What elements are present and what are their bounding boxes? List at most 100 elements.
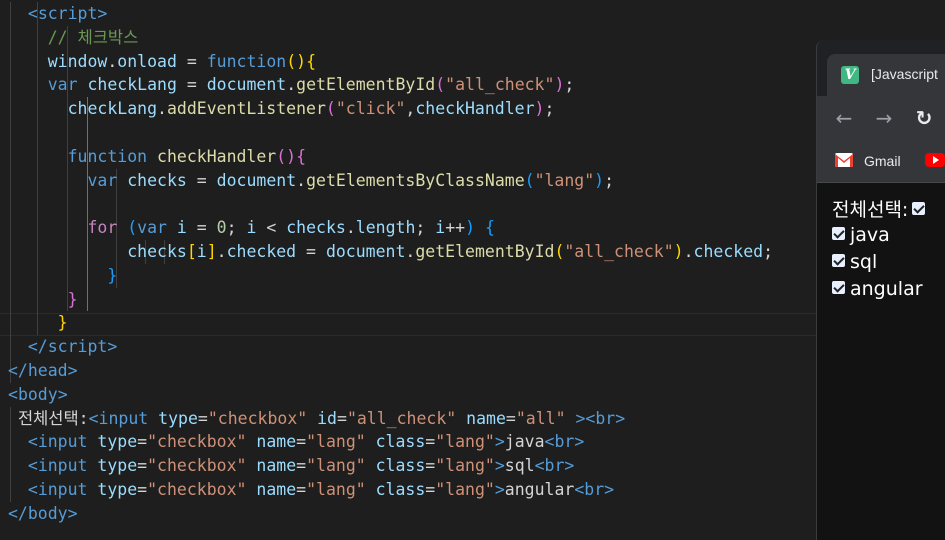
browser-tab[interactable]: V [Javascript [827, 54, 945, 96]
code-token: } [67, 289, 78, 309]
code-token: > [57, 384, 68, 404]
code-line: var checkLang = document.getElementById(… [8, 73, 575, 97]
code-line: function checkHandler(){ [8, 145, 306, 169]
code-token: . [296, 170, 307, 190]
browser-page-content: 전체선택: java sql angular [817, 183, 945, 540]
lang-angular-row: angular [832, 278, 923, 300]
code-token: = [186, 170, 217, 190]
code-token: { [296, 146, 307, 166]
code-token: ) [594, 170, 605, 190]
code-token: script [47, 337, 108, 357]
code-token: window [47, 51, 108, 71]
code-token: getElementsByClassName [306, 170, 525, 190]
code-token: body [27, 503, 68, 523]
code-token: . [683, 242, 694, 261]
code-token: // [47, 27, 78, 47]
code-line: } [8, 311, 68, 335]
code-token: = [137, 432, 148, 452]
code-token: > [604, 480, 615, 499]
java-checkbox[interactable] [832, 227, 845, 240]
code-token: type [158, 408, 198, 428]
code-token: var [47, 75, 78, 95]
code-line: } [8, 264, 117, 288]
bookmarks-bar: Gmail [817, 142, 945, 183]
bookmark-gmail[interactable]: Gmail [864, 153, 901, 169]
code-token: input [98, 408, 149, 428]
code-line: </script> [8, 335, 117, 359]
code-token: id [317, 408, 337, 428]
select-all-row: 전체선택: [832, 195, 930, 222]
code-token: < [544, 432, 555, 452]
code-token: = [296, 432, 307, 452]
code-token: { [306, 51, 317, 71]
code-token: ; [226, 218, 247, 238]
reload-icon[interactable]: ↻ [912, 106, 936, 130]
java-label: java [850, 224, 890, 246]
youtube-icon[interactable] [925, 153, 945, 167]
code-token: i [246, 218, 257, 238]
code-token: = [296, 242, 326, 261]
code-token: > [107, 337, 118, 357]
angular-label: angular [850, 278, 923, 300]
code-line: // 체크박스 [8, 26, 139, 50]
code-token: java [504, 432, 545, 452]
code-token: "lang" [306, 432, 366, 452]
code-editor[interactable]: <script> // 체크박스 window.onload = functio… [0, 0, 945, 525]
code-token: ) [465, 218, 485, 238]
code-token: () [286, 51, 307, 71]
code-token: getElementById [415, 242, 555, 261]
code-token: < [8, 384, 18, 404]
code-token: < [574, 480, 585, 499]
code-token: name [256, 432, 297, 452]
code-token: </ [8, 503, 28, 523]
code-token: i [435, 218, 446, 238]
code-token: checks [286, 218, 346, 238]
code-token: input [37, 456, 88, 476]
back-arrow-icon[interactable]: ← [832, 106, 856, 130]
code-token: length [355, 218, 416, 238]
code-token: checkLang [87, 75, 177, 95]
code-token: </ [27, 337, 48, 357]
code-token: ( [524, 170, 535, 190]
code-token: 전체선택 [17, 408, 79, 428]
code-token: addEventListener [166, 99, 326, 119]
code-token: var [87, 170, 118, 190]
forward-arrow-icon[interactable]: → [872, 106, 896, 130]
angular-checkbox[interactable] [832, 281, 845, 294]
code-token: var [137, 218, 167, 238]
code-token: br [544, 456, 565, 476]
code-line: checks[i].checked = document.getElementB… [8, 240, 773, 264]
code-token: 0 [216, 218, 227, 238]
code-token: class [375, 432, 426, 452]
code-token: . [107, 51, 118, 71]
sql-checkbox[interactable] [832, 254, 845, 267]
code-token: "lang" [306, 480, 366, 499]
code-token: = [425, 480, 436, 499]
gmail-icon[interactable] [835, 153, 853, 167]
code-token: = [505, 408, 516, 428]
code-token: function [67, 146, 148, 166]
code-token: class [375, 456, 426, 476]
code-token: head [27, 361, 68, 380]
code-line: </head> [8, 359, 78, 383]
code-token: document [325, 242, 406, 261]
code-token: document [206, 75, 287, 95]
all-check-checkbox[interactable] [912, 202, 926, 215]
code-token: ++ [445, 218, 466, 238]
code-token: ( [325, 99, 336, 119]
